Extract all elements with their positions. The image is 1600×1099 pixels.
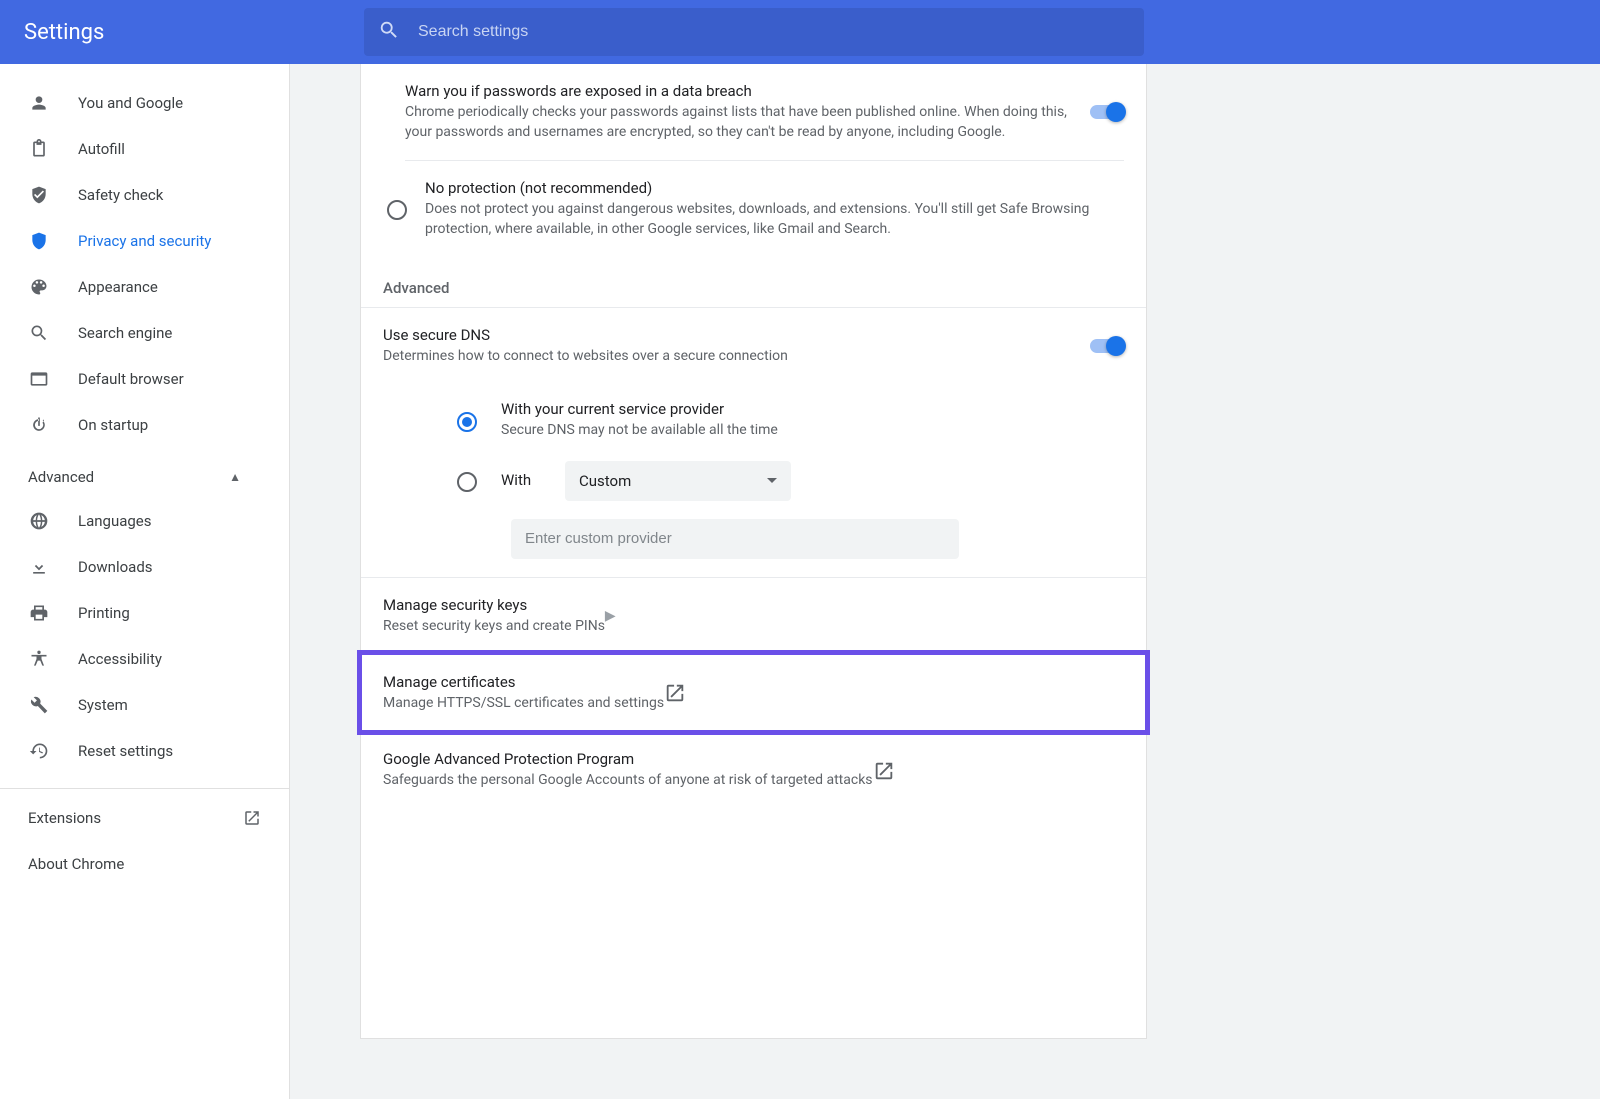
- search-icon: [28, 322, 50, 344]
- sidebar-item-you-google[interactable]: You and Google: [0, 80, 289, 126]
- no-protection-title: No protection (not recommended): [425, 179, 1102, 197]
- radio-icon[interactable]: [457, 472, 477, 492]
- secure-dns-title: Use secure DNS: [383, 326, 1072, 344]
- certificates-title: Manage certificates: [383, 673, 664, 691]
- search-icon: [378, 19, 400, 45]
- sidebar-item-label: Printing: [78, 604, 130, 622]
- sidebar-item-label: You and Google: [78, 94, 183, 112]
- sidebar-advanced-toggle[interactable]: Advanced ▲: [0, 448, 289, 498]
- dns-custom-label: With: [501, 471, 541, 489]
- sidebar-item-label: Languages: [78, 512, 152, 530]
- main-content: Warn you if passwords are exposed in a d…: [290, 64, 1600, 1099]
- sidebar-item-downloads[interactable]: Downloads: [0, 544, 289, 590]
- external-link-icon: [873, 760, 895, 782]
- external-link-icon: [243, 809, 261, 827]
- radio-icon[interactable]: [457, 412, 477, 432]
- accessibility-icon: [28, 648, 50, 670]
- dns-current-label: With your current service provider: [501, 400, 778, 418]
- person-icon: [28, 92, 50, 114]
- sidebar-item-printing[interactable]: Printing: [0, 590, 289, 636]
- dns-custom-select-value: Custom: [579, 472, 631, 490]
- sidebar: You and Google Autofill Safety check Pri…: [0, 64, 290, 1099]
- chevron-down-icon: [767, 478, 777, 483]
- secure-dns-options: With your current service provider Secur…: [361, 384, 1146, 576]
- security-keys-title: Manage security keys: [383, 596, 605, 614]
- dns-custom-select[interactable]: Custom: [565, 461, 791, 501]
- settings-title: Settings: [24, 20, 344, 45]
- sidebar-item-label: Default browser: [78, 370, 184, 388]
- sidebar-item-startup[interactable]: On startup: [0, 402, 289, 448]
- print-icon: [28, 602, 50, 624]
- search-input[interactable]: [418, 23, 1130, 41]
- sidebar-item-accessibility[interactable]: Accessibility: [0, 636, 289, 682]
- secure-dns-row: Use secure DNS Determines how to connect…: [361, 307, 1146, 384]
- no-protection-desc: Does not protect you against dangerous w…: [425, 199, 1102, 240]
- sidebar-item-label: Appearance: [78, 278, 158, 296]
- advanced-section-label: Advanced: [361, 257, 1146, 307]
- gap-desc: Safeguards the personal Google Accounts …: [383, 770, 873, 790]
- sidebar-extensions-label: Extensions: [28, 809, 101, 827]
- breach-warning-row: Warn you if passwords are exposed in a d…: [361, 64, 1146, 161]
- chevron-right-icon: ▶: [605, 608, 616, 624]
- sidebar-item-autofill[interactable]: Autofill: [0, 126, 289, 172]
- sidebar-advanced-label: Advanced: [28, 468, 94, 486]
- clipboard-icon: [28, 138, 50, 160]
- search-bar[interactable]: [364, 8, 1144, 56]
- sidebar-about[interactable]: About Chrome: [0, 841, 289, 887]
- sidebar-item-label: Accessibility: [78, 650, 162, 668]
- app-header: Settings: [0, 0, 1600, 64]
- globe-icon: [28, 510, 50, 532]
- manage-security-keys-row[interactable]: Manage security keys Reset security keys…: [361, 577, 1146, 654]
- restore-icon: [28, 740, 50, 762]
- secure-dns-toggle[interactable]: [1090, 339, 1124, 353]
- chevron-up-icon: ▲: [229, 470, 241, 484]
- breach-desc: Chrome periodically checks your password…: [405, 102, 1072, 143]
- sidebar-item-label: Downloads: [78, 558, 153, 576]
- breach-title: Warn you if passwords are exposed in a d…: [405, 82, 1072, 100]
- sidebar-about-label: About Chrome: [28, 855, 124, 873]
- sidebar-item-label: Search engine: [78, 324, 172, 342]
- palette-icon: [28, 276, 50, 298]
- sidebar-item-safety[interactable]: Safety check: [0, 172, 289, 218]
- verified-icon: [28, 184, 50, 206]
- power-icon: [28, 414, 50, 436]
- sidebar-item-label: System: [78, 696, 128, 714]
- shield-icon: [28, 230, 50, 252]
- manage-certificates-row[interactable]: Manage certificates Manage HTTPS/SSL cer…: [361, 654, 1146, 731]
- no-protection-row[interactable]: No protection (not recommended) Does not…: [361, 161, 1146, 258]
- sidebar-item-reset[interactable]: Reset settings: [0, 728, 289, 774]
- external-link-icon: [664, 682, 686, 704]
- sidebar-item-search-engine[interactable]: Search engine: [0, 310, 289, 356]
- sidebar-item-system[interactable]: System: [0, 682, 289, 728]
- dns-option-current[interactable]: With your current service provider Secur…: [427, 390, 1124, 450]
- sidebar-item-label: On startup: [78, 416, 148, 434]
- sidebar-item-privacy[interactable]: Privacy and security: [0, 218, 289, 264]
- security-keys-desc: Reset security keys and create PINs: [383, 616, 605, 636]
- sidebar-item-label: Privacy and security: [78, 232, 211, 250]
- browser-icon: [28, 368, 50, 390]
- sidebar-item-appearance[interactable]: Appearance: [0, 264, 289, 310]
- sidebar-item-label: Safety check: [78, 186, 163, 204]
- breach-toggle[interactable]: [1090, 105, 1124, 119]
- certificates-desc: Manage HTTPS/SSL certificates and settin…: [383, 693, 664, 713]
- secure-dns-desc: Determines how to connect to websites ov…: [383, 346, 1072, 366]
- download-icon: [28, 556, 50, 578]
- dns-option-custom[interactable]: With Custom: [427, 451, 1124, 511]
- sidebar-item-label: Reset settings: [78, 742, 173, 760]
- radio-icon[interactable]: [387, 200, 407, 220]
- dns-custom-input[interactable]: [511, 519, 959, 559]
- security-panel: Warn you if passwords are exposed in a d…: [360, 64, 1147, 1039]
- wrench-icon: [28, 694, 50, 716]
- sidebar-item-languages[interactable]: Languages: [0, 498, 289, 544]
- sidebar-item-label: Autofill: [78, 140, 125, 158]
- sidebar-extensions[interactable]: Extensions: [0, 795, 289, 841]
- sidebar-item-default-browser[interactable]: Default browser: [0, 356, 289, 402]
- advanced-protection-row[interactable]: Google Advanced Protection Program Safeg…: [361, 731, 1146, 808]
- gap-title: Google Advanced Protection Program: [383, 750, 873, 768]
- dns-current-sub: Secure DNS may not be available all the …: [501, 420, 778, 440]
- sidebar-divider: [0, 788, 289, 789]
